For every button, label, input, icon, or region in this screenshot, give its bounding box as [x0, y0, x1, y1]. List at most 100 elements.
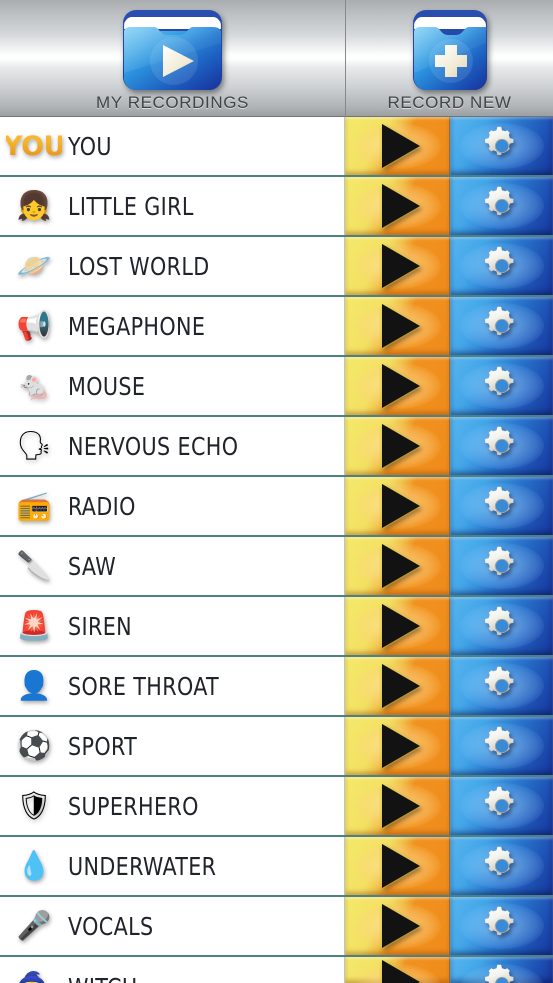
recording-row-main[interactable]: YOU YOU: [0, 117, 345, 175]
recording-row[interactable]: 🪐 LOST WORLD: [0, 237, 553, 297]
settings-button[interactable]: [450, 297, 553, 355]
play-button[interactable]: [345, 537, 450, 595]
recording-row-main[interactable]: 🪐 LOST WORLD: [0, 237, 345, 295]
play-button[interactable]: [345, 957, 450, 983]
play-icon: [381, 904, 420, 948]
play-button[interactable]: [345, 237, 450, 295]
play-button[interactable]: [345, 357, 450, 415]
recording-row-main[interactable]: 🛡 SUPERHERO: [0, 777, 345, 835]
gear-icon: [481, 365, 523, 407]
witch-icon: 🧙: [6, 965, 62, 983]
gear-icon: [481, 665, 523, 707]
gear-icon: [481, 305, 523, 347]
recording-row[interactable]: 🎤 VOCALS: [0, 897, 553, 957]
play-button[interactable]: [345, 597, 450, 655]
play-icon: [381, 304, 420, 348]
recording-row[interactable]: 🚨 SIREN: [0, 597, 553, 657]
singer-icon: 🎤: [16, 910, 52, 941]
recording-row[interactable]: 👧 LITTLE GIRL: [0, 177, 553, 237]
mouse-icon: 🐁: [16, 370, 52, 401]
recording-row-main[interactable]: 👧 LITTLE GIRL: [0, 177, 345, 235]
tab-record-new[interactable]: RECORD NEW: [345, 0, 553, 117]
settings-button[interactable]: [450, 357, 553, 415]
settings-button[interactable]: [450, 477, 553, 535]
recording-row-main[interactable]: 🚨 SIREN: [0, 597, 345, 655]
settings-button[interactable]: [450, 657, 553, 715]
play-button[interactable]: [345, 117, 450, 175]
play-button[interactable]: [345, 837, 450, 895]
settings-button[interactable]: [450, 177, 553, 235]
recording-row-main[interactable]: 🧙 WITCH: [0, 957, 345, 983]
settings-button[interactable]: [450, 777, 553, 835]
recording-row[interactable]: 🛡 SUPERHERO: [0, 777, 553, 837]
play-icon: [381, 784, 420, 828]
planet-icon: 🪐: [16, 250, 52, 281]
gear-icon: [481, 485, 523, 527]
recording-row-main[interactable]: 📢 MEGAPHONE: [0, 297, 345, 355]
play-button[interactable]: [345, 177, 450, 235]
play-button[interactable]: [345, 297, 450, 355]
throat-icon: 👤: [16, 670, 52, 701]
play-icon: [381, 724, 420, 768]
gear-icon: [481, 245, 523, 287]
recording-row[interactable]: 📢 MEGAPHONE: [0, 297, 553, 357]
siren-icon: 🚨: [16, 610, 52, 641]
recording-row[interactable]: 🐁 MOUSE: [0, 357, 553, 417]
play-icon: [381, 184, 420, 228]
play-icon: [381, 544, 420, 588]
recording-row-main[interactable]: 👤 SORE THROAT: [0, 657, 345, 715]
play-icon: [381, 364, 420, 408]
play-icon: [381, 424, 420, 468]
settings-button[interactable]: [450, 237, 553, 295]
recording-row-main[interactable]: 📻 RADIO: [0, 477, 345, 535]
folder-play-icon: [122, 9, 223, 91]
recording-row[interactable]: 🧙 WITCH: [0, 957, 553, 983]
girl-icon: 👧: [16, 190, 52, 221]
recording-row-main[interactable]: 🗣 NERVOUS ECHO: [0, 417, 345, 475]
play-icon: [381, 124, 420, 168]
gear-icon: [481, 725, 523, 767]
megaphone-icon: 📢: [16, 310, 52, 341]
recording-row-main[interactable]: 💧 UNDERWATER: [0, 837, 345, 895]
recording-name: WITCH: [68, 973, 138, 983]
recording-name: SAW: [68, 551, 117, 581]
play-button[interactable]: [345, 657, 450, 715]
soccer-ball-icon: ⚽: [16, 730, 52, 761]
settings-button[interactable]: [450, 117, 553, 175]
settings-button[interactable]: [450, 597, 553, 655]
settings-button[interactable]: [450, 957, 553, 983]
play-button[interactable]: [345, 717, 450, 775]
recording-name: YOU: [68, 131, 112, 161]
recording-row[interactable]: ⚽ SPORT: [0, 717, 553, 777]
gear-icon: [481, 545, 523, 587]
recording-row[interactable]: 📻 RADIO: [0, 477, 553, 537]
recording-name: SIREN: [68, 611, 133, 641]
recording-row-main[interactable]: ⚽ SPORT: [0, 717, 345, 775]
recording-row-main[interactable]: 🐁 MOUSE: [0, 357, 345, 415]
play-button[interactable]: [345, 897, 450, 955]
settings-button[interactable]: [450, 417, 553, 475]
recording-row-main[interactable]: 🔪 SAW: [0, 537, 345, 595]
tab-my-recordings[interactable]: MY RECORDINGS: [0, 0, 345, 117]
recording-row[interactable]: 🗣 NERVOUS ECHO: [0, 417, 553, 477]
settings-button[interactable]: [450, 897, 553, 955]
recording-name: NERVOUS ECHO: [68, 431, 239, 461]
recording-row[interactable]: YOU YOU: [0, 117, 553, 177]
settings-button[interactable]: [450, 837, 553, 895]
play-button[interactable]: [345, 777, 450, 835]
recording-row[interactable]: 💧 UNDERWATER: [0, 837, 553, 897]
settings-button[interactable]: [450, 537, 553, 595]
play-button[interactable]: [345, 417, 450, 475]
recording-name: SORE THROAT: [68, 671, 219, 701]
gear-icon: [481, 185, 523, 227]
play-icon: [381, 604, 420, 648]
recordings-list[interactable]: YOU YOU 👧 LITTLE GIRL 🪐 LOST WORLD 📢 MEG…: [0, 117, 553, 983]
recording-row[interactable]: 🔪 SAW: [0, 537, 553, 597]
gear-icon: [481, 425, 523, 467]
radio-icon: 📻: [16, 490, 52, 521]
recording-row[interactable]: 👤 SORE THROAT: [0, 657, 553, 717]
gear-icon: [481, 963, 523, 983]
recording-row-main[interactable]: 🎤 VOCALS: [0, 897, 345, 955]
settings-button[interactable]: [450, 717, 553, 775]
play-button[interactable]: [345, 477, 450, 535]
